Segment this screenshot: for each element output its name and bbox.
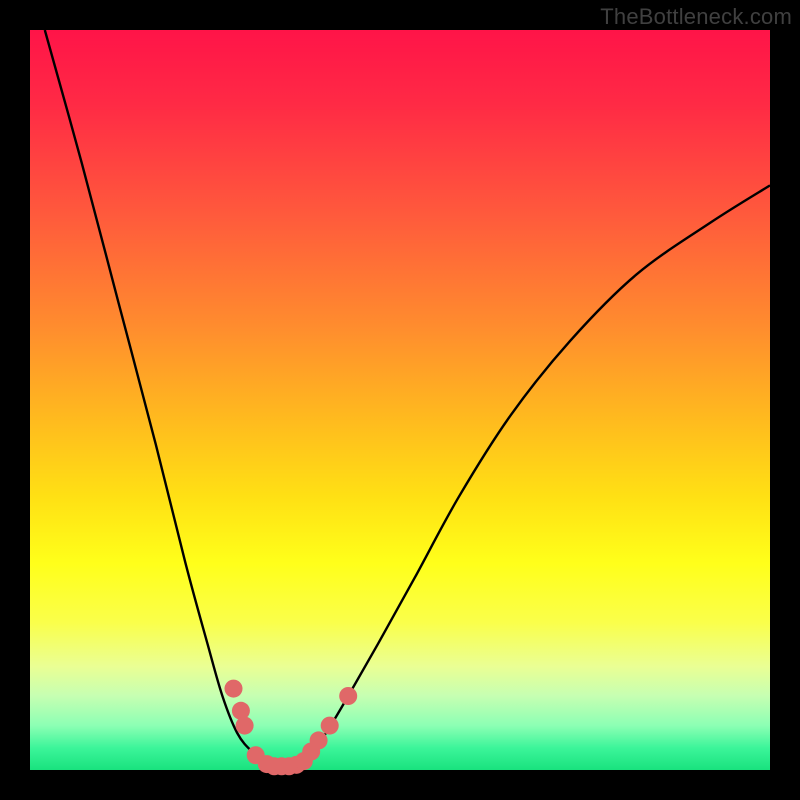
plot-area	[30, 30, 770, 770]
curve-marker	[225, 680, 243, 698]
curve-marker	[236, 717, 254, 735]
curve-layer	[30, 30, 770, 770]
curve-marker	[339, 687, 357, 705]
chart-frame: TheBottleneck.com	[0, 0, 800, 800]
curve-marker	[310, 731, 328, 749]
bottleneck-curve	[45, 30, 770, 767]
watermark-text: TheBottleneck.com	[600, 4, 792, 30]
curve-marker	[321, 717, 339, 735]
curve-markers	[225, 680, 358, 776]
